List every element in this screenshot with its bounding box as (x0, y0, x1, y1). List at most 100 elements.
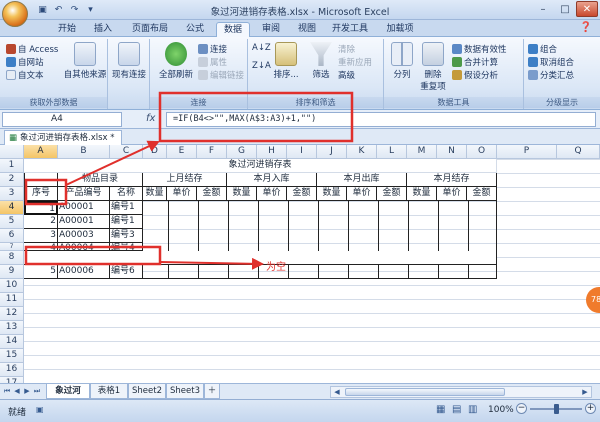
col-header-l[interactable]: L (377, 145, 407, 159)
row-header-14[interactable]: 14 (0, 335, 24, 349)
row-header-1[interactable]: 1 (0, 159, 24, 173)
scroll-right-icon[interactable]: ▶ (579, 387, 591, 397)
balance-header[interactable]: 本月结存 (407, 173, 497, 187)
row-header-12[interactable]: 12 (0, 307, 24, 321)
col-header-m[interactable]: M (407, 145, 437, 159)
header-amount[interactable]: 金额 (377, 187, 407, 201)
ungroup-button[interactable]: 取消组合 (528, 56, 574, 68)
header-amount[interactable]: 金额 (467, 187, 497, 201)
reapply-button[interactable]: 重新应用 (338, 56, 372, 68)
zoom-level[interactable]: 100% (488, 405, 514, 415)
col-header-q[interactable]: Q (557, 145, 600, 159)
subtotal-button[interactable]: 分类汇总 (528, 69, 574, 81)
sheet-tab-xiangguohe[interactable]: 象过河 (46, 384, 90, 399)
horizontal-scrollbar[interactable]: ◀ ▶ (330, 386, 592, 398)
zoom-slider[interactable] (530, 404, 582, 414)
cell-c9[interactable]: 编号6 (110, 265, 143, 279)
product-catalog-header[interactable]: 物品目录 (58, 173, 143, 187)
col-header-b[interactable]: B (58, 145, 110, 159)
cell-c6[interactable]: 编号3 (110, 229, 143, 243)
remove-duplicates-button[interactable]: 删除 重复项 (416, 42, 450, 92)
tab-review[interactable]: 审阅 (256, 22, 286, 37)
col-header-g[interactable]: G (227, 145, 257, 159)
header-product-code[interactable]: 产品编号 (58, 187, 110, 201)
col-header-n[interactable]: N (437, 145, 467, 159)
select-all-corner[interactable] (0, 145, 24, 159)
edit-links-button[interactable]: 编辑链接 (198, 69, 244, 81)
text-to-columns-button[interactable]: 分列 (386, 42, 418, 80)
row-header-6[interactable]: 6 (0, 229, 24, 243)
connections-button[interactable]: 连接 (198, 43, 227, 55)
cell-b5[interactable]: A00001 (58, 215, 110, 229)
row-header-9[interactable]: 9 (0, 265, 24, 279)
next-sheet-icon[interactable]: ▶ (22, 386, 32, 397)
row-header-13[interactable]: 13 (0, 321, 24, 335)
tab-addins[interactable]: 加载项 (380, 22, 420, 37)
col-header-d[interactable]: D (143, 145, 167, 159)
properties-button[interactable]: 属性 (198, 56, 227, 68)
existing-connections-button[interactable]: 现有连接 (112, 42, 146, 80)
advanced-filter-button[interactable]: 高级 (338, 69, 355, 81)
zoom-slider-thumb[interactable] (554, 404, 559, 414)
other-sources-button[interactable]: 自其他来源 (62, 42, 108, 80)
tab-developer[interactable]: 开发工具 (326, 22, 374, 37)
what-if-button[interactable]: 假设分析 (452, 69, 498, 81)
scroll-thumb[interactable] (345, 388, 505, 396)
cell-c4[interactable]: 编号1 (110, 201, 143, 215)
cell-a7[interactable]: 4 (24, 243, 58, 251)
refresh-all-button[interactable]: 全部刷新 (156, 42, 196, 80)
header-serial-no[interactable]: 序号 (24, 187, 58, 201)
workbook-tab[interactable]: ▦ 象过河进销存表格.xlsx * (4, 130, 122, 145)
tab-formulas[interactable]: 公式 (180, 22, 210, 37)
col-header-p[interactable]: P (497, 145, 557, 159)
header-name[interactable]: 名称 (110, 187, 143, 201)
cell-a5[interactable]: 2 (24, 215, 58, 229)
cell-a9[interactable]: 5 (24, 265, 58, 279)
header-price[interactable]: 单价 (257, 187, 287, 201)
sheet-tab-sheet3[interactable]: Sheet3 (166, 384, 204, 399)
row-header-5[interactable]: 5 (0, 215, 24, 229)
col-header-o[interactable]: O (467, 145, 497, 159)
row-header-11[interactable]: 11 (0, 293, 24, 307)
col-header-c[interactable]: C (110, 145, 143, 159)
row-header-8[interactable]: 8 (0, 251, 24, 265)
cell-c5[interactable]: 编号1 (110, 215, 143, 229)
from-web-button[interactable]: 自网站 (6, 56, 44, 68)
cell-b6[interactable]: A00003 (58, 229, 110, 243)
clear-filter-button[interactable]: 清除 (338, 43, 355, 55)
col-header-e[interactable]: E (167, 145, 197, 159)
sheet-title-cell[interactable]: 象过河进销存表 (24, 159, 497, 173)
col-header-k[interactable]: K (347, 145, 377, 159)
cell-b7[interactable]: A00004 (58, 243, 110, 251)
minimize-button[interactable]: – (532, 1, 554, 17)
sort-button[interactable]: 排序... (268, 42, 304, 80)
from-access-button[interactable]: 自 Access (6, 43, 58, 55)
tab-view[interactable]: 视图 (292, 22, 322, 37)
page-layout-view-icon[interactable]: ▤ (452, 404, 461, 415)
cell-a2[interactable] (24, 173, 58, 187)
header-qty[interactable]: 数量 (143, 187, 167, 201)
last-month-header[interactable]: 上月结存 (143, 173, 227, 187)
col-header-f[interactable]: F (197, 145, 227, 159)
filter-button[interactable]: 筛选 (306, 42, 336, 80)
maximize-button[interactable]: □ (554, 1, 576, 17)
header-qty[interactable]: 数量 (407, 187, 437, 201)
tab-page-layout[interactable]: 页面布局 (126, 22, 174, 37)
prev-sheet-icon[interactable]: ◀ (12, 386, 22, 397)
formula-input[interactable]: =IF(B4<>"",MAX(A$3:A3)+1,"") (166, 112, 596, 127)
normal-view-icon[interactable]: ▦ (436, 404, 445, 415)
cell-b4[interactable]: A00001 (58, 201, 110, 215)
page-break-view-icon[interactable]: ▥ (468, 404, 477, 415)
col-header-i[interactable]: I (287, 145, 317, 159)
group-button[interactable]: 组合 (528, 43, 557, 55)
zoom-out-icon[interactable]: − (516, 403, 527, 414)
row-header-16[interactable]: 16 (0, 363, 24, 377)
fx-icon[interactable]: fx (146, 113, 155, 124)
insert-sheet-icon[interactable]: ＋ (204, 384, 220, 399)
row-header-4[interactable]: 4 (0, 201, 24, 215)
header-price[interactable]: 单价 (167, 187, 197, 201)
header-qty[interactable]: 数量 (317, 187, 347, 201)
sheet-tab-sheet2[interactable]: Sheet2 (128, 384, 166, 399)
from-text-button[interactable]: 自文本 (6, 69, 44, 81)
tab-home[interactable]: 开始 (52, 22, 82, 37)
